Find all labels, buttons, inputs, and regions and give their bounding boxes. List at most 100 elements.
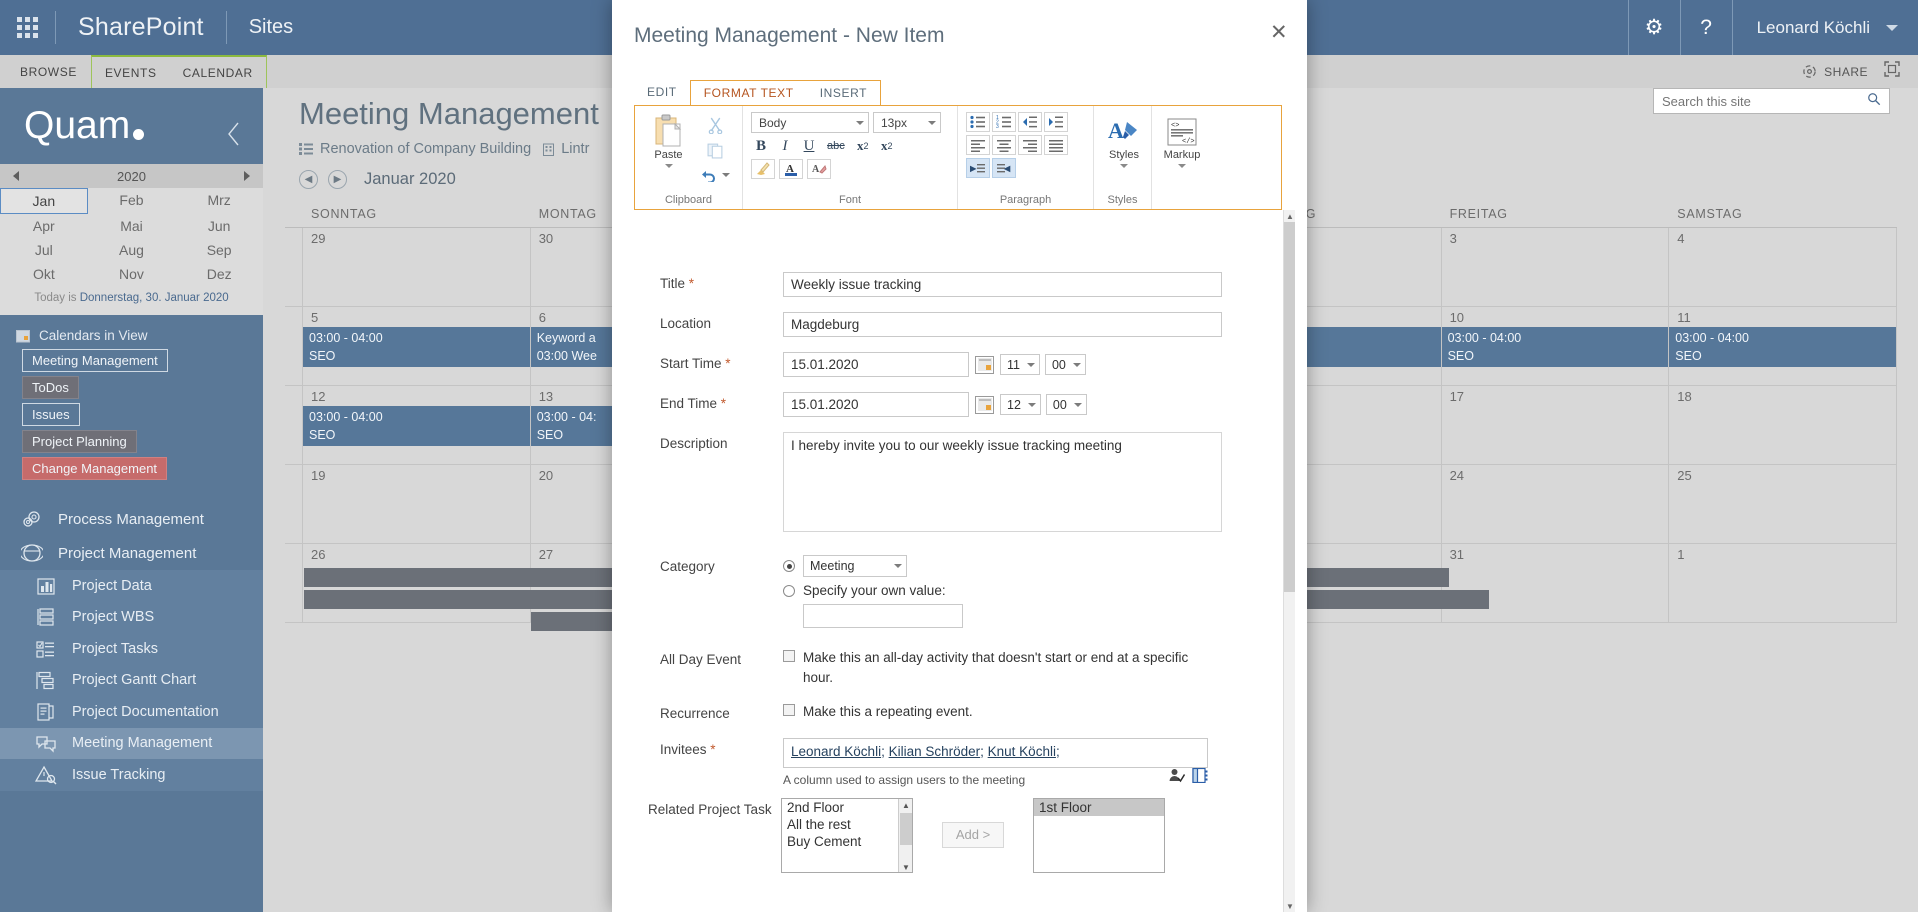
month-mrz[interactable]: Mrz (175, 188, 263, 214)
chevron-down-icon[interactable] (665, 164, 673, 168)
chevron-down-icon[interactable] (722, 173, 730, 177)
start-minute-select[interactable]: 00 (1045, 354, 1086, 375)
calendar-day-cell[interactable]: 17 (1442, 386, 1670, 464)
font-family-select[interactable]: Body (751, 112, 869, 133)
available-tasks-listbox[interactable]: 2nd FloorAll the restBuy Cement ▲ ▼ (781, 798, 913, 873)
sidebar-item-project-management[interactable]: Project Management (0, 536, 263, 570)
calendar-day-cell[interactable]: 19 (303, 465, 531, 543)
invitee-chip[interactable]: Knut Köchli (988, 744, 1056, 759)
sidebar-item-project-data[interactable]: Project Data (0, 570, 263, 602)
category-custom-radio[interactable] (783, 585, 795, 597)
align-left-button[interactable] (966, 135, 990, 155)
calendar-day-cell[interactable]: 1 (1669, 544, 1897, 622)
paste-button[interactable]: Paste (643, 112, 694, 185)
month-okt[interactable]: Okt (0, 262, 88, 286)
chevron-left-icon[interactable] (226, 113, 241, 139)
add-task-button[interactable]: Add > (942, 822, 1004, 848)
sidebar-item-project-gantt-chart[interactable]: Project Gantt Chart (0, 665, 263, 697)
scrollbar-thumb[interactable] (1284, 222, 1295, 592)
month-jan[interactable]: Jan (0, 188, 88, 214)
end-hour-select[interactable]: 12 (1000, 394, 1041, 415)
title-input[interactable] (783, 272, 1222, 297)
invitee-chip[interactable]: Leonard Köchli (791, 744, 881, 759)
calendar-day-cell[interactable]: 18 (1669, 386, 1897, 464)
month-apr[interactable]: Apr (0, 214, 88, 238)
calendar-day-cell[interactable]: 29 (303, 228, 531, 306)
invitee-chip[interactable]: Kilian Schröder (889, 744, 981, 759)
copy-button[interactable] (696, 140, 734, 160)
calendar-chip[interactable]: Issues (22, 403, 80, 426)
all-day-event-checkbox[interactable] (783, 650, 795, 662)
underline-button[interactable]: U (799, 136, 819, 156)
sidebar-item-meeting-management[interactable]: Meeting Management (0, 728, 263, 760)
quam-logo[interactable]: Quam (0, 88, 263, 164)
month-nov[interactable]: Nov (88, 262, 176, 286)
search-box[interactable] (1653, 88, 1890, 114)
sidebar-item-project-tasks[interactable]: Project Tasks (0, 633, 263, 665)
recurrence-checkbox[interactable] (783, 704, 795, 716)
font-size-select[interactable]: 13px (873, 112, 941, 133)
category-preset-radio[interactable] (783, 560, 795, 572)
numbered-list-button[interactable]: 1 2 3 (992, 112, 1016, 132)
calendar-chip[interactable]: Project Planning (22, 430, 137, 453)
triangle-right-icon[interactable] (244, 171, 250, 181)
bullet-list-button[interactable] (966, 112, 990, 132)
align-right-button[interactable] (1018, 135, 1042, 155)
calendar-day-cell[interactable]: 4 (1669, 228, 1897, 306)
available-task-option[interactable]: Buy Cement (782, 833, 912, 850)
month-jul[interactable]: Jul (0, 238, 88, 262)
search-icon[interactable] (1867, 92, 1889, 111)
available-task-option[interactable]: 2nd Floor (782, 799, 912, 816)
calendar-day-cell[interactable]: 24 (1442, 465, 1670, 543)
calendar-event[interactable]: 03:00 - 04:00SEO (1669, 327, 1896, 367)
bold-button[interactable]: B (751, 136, 771, 156)
search-input[interactable] (1654, 94, 1867, 109)
user-menu[interactable]: Leonard Köchli (1732, 0, 1918, 55)
clear-formatting-button[interactable]: A (807, 159, 831, 179)
styles-button[interactable]: A Styles (1102, 116, 1146, 168)
calendar-day-cell[interactable]: 25 (1669, 465, 1897, 543)
available-task-option[interactable]: All the rest (782, 816, 912, 833)
calendar-day-cell[interactable]: 31 (1442, 544, 1670, 622)
triangle-left-icon[interactable] (13, 171, 19, 181)
sidebar-item-issue-tracking[interactable]: Issue Tracking (0, 759, 263, 791)
focus-on-content-icon[interactable] (1884, 61, 1900, 82)
breadcrumb-item-site[interactable]: Lintr (543, 141, 589, 157)
help-icon[interactable]: ? (1680, 0, 1732, 55)
calendar-day-cell[interactable]: 1203:00 - 04:00SEO (303, 386, 531, 464)
month-aug[interactable]: Aug (88, 238, 176, 262)
sharepoint-brand[interactable]: SharePoint (56, 13, 226, 42)
address-book-icon[interactable] (1192, 768, 1208, 788)
tab-edit[interactable]: EDIT (634, 80, 690, 106)
sidebar-item-project-documentation[interactable]: Project Documentation (0, 696, 263, 728)
form-scrollbar[interactable]: ▲ ▼ (1283, 210, 1295, 912)
chevron-down-icon[interactable] (1178, 164, 1186, 168)
month-dez[interactable]: Dez (175, 262, 263, 286)
sidebar-item-process-management[interactable]: Process Management (0, 502, 263, 536)
date-picker-icon[interactable] (975, 356, 994, 374)
sidebar-item-project-wbs[interactable]: Project WBS (0, 602, 263, 634)
cut-button[interactable] (696, 115, 734, 135)
font-color-button[interactable]: A (779, 159, 803, 179)
invitees-people-picker[interactable]: Leonard Köchli; Kilian Schröder; Knut Kö… (783, 738, 1208, 768)
gear-icon[interactable]: ⚙ (1628, 0, 1680, 55)
scroll-up-icon[interactable]: ▲ (899, 799, 913, 812)
scroll-down-icon[interactable]: ▼ (1284, 900, 1295, 912)
month-jun[interactable]: Jun (175, 214, 263, 238)
align-center-button[interactable] (992, 135, 1016, 155)
start-hour-select[interactable]: 11 (1000, 354, 1040, 375)
calendar-event[interactable]: 03:00 - 04:00SEO (303, 327, 530, 367)
month-feb[interactable]: Feb (88, 188, 176, 214)
check-names-icon[interactable] (1169, 768, 1185, 788)
arrow-right-icon[interactable]: ▶ (328, 170, 347, 189)
tab-format-text[interactable]: FORMAT TEXT (691, 81, 807, 106)
calendar-day-cell[interactable]: 1103:00 - 04:00SEO (1669, 307, 1897, 385)
strikethrough-button[interactable]: abc (823, 136, 849, 156)
category-select[interactable]: Meeting (803, 555, 907, 577)
arrow-left-icon[interactable]: ◀ (299, 170, 318, 189)
increase-indent-button[interactable] (1044, 112, 1068, 132)
tab-insert[interactable]: INSERT (807, 81, 880, 106)
calendar-event[interactable]: 03:00 - 04:00SEO (1442, 327, 1669, 367)
waffle-grid-icon[interactable] (0, 0, 55, 55)
markup-button[interactable]: <> </> Markup (1160, 116, 1204, 168)
